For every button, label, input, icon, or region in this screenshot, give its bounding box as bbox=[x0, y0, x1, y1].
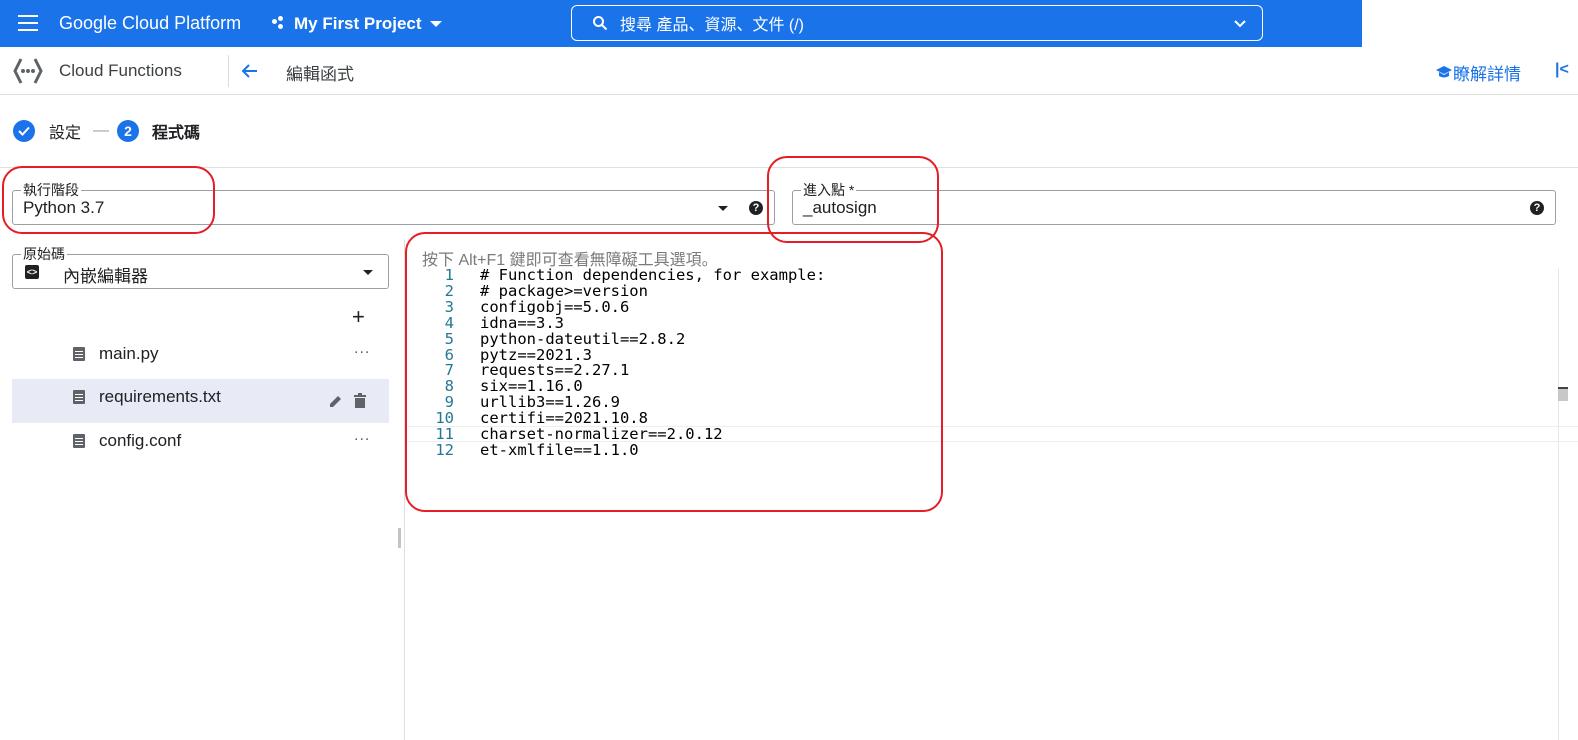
chevron-down-icon bbox=[429, 21, 442, 27]
editor-scrollbar-track[interactable] bbox=[1558, 268, 1559, 740]
entry-point-label: 進入點 * bbox=[801, 180, 857, 200]
file-item-config-conf[interactable]: config.conf ... bbox=[12, 419, 389, 463]
entry-point-field[interactable]: 進入點 * _autosign ? bbox=[792, 180, 1556, 225]
step-code[interactable]: 程式碼 bbox=[152, 119, 200, 143]
file-item-requirements-txt[interactable]: requirements.txt bbox=[12, 379, 389, 423]
source-code-label: 原始碼 bbox=[21, 244, 67, 264]
code-line: 12 et-xmlfile==1.1.0 bbox=[422, 440, 825, 459]
project-icon bbox=[272, 16, 288, 32]
back-arrow-icon[interactable] bbox=[238, 59, 262, 83]
file-icon bbox=[73, 390, 85, 404]
line-text: et-xmlfile==1.1.0 bbox=[480, 440, 639, 459]
more-options-button[interactable]: ... bbox=[354, 340, 370, 358]
stepper: 設定 — 2 程式碼 bbox=[13, 118, 200, 144]
brand-title[interactable]: Google Cloud Platform bbox=[59, 13, 241, 34]
source-code-select[interactable]: 原始碼 <> 內嵌編輯器 bbox=[12, 244, 389, 289]
divider bbox=[228, 55, 229, 87]
search-placeholder: 搜尋 產品、資源、文件 (/) bbox=[620, 17, 804, 34]
page-title: 編輯函式 bbox=[286, 65, 354, 84]
file-name: requirements.txt bbox=[99, 387, 221, 406]
file-icon bbox=[73, 434, 85, 448]
panel-divider bbox=[404, 240, 405, 740]
runtime-select[interactable]: 執行階段 Python 3.7 ? bbox=[12, 180, 775, 225]
collapse-panel-button[interactable]: |< bbox=[1555, 61, 1569, 79]
step-separator: — bbox=[93, 122, 110, 139]
search-icon bbox=[593, 16, 608, 31]
search-input[interactable]: 搜尋 產品、資源、文件 (/) bbox=[571, 5, 1263, 41]
cloud-functions-icon bbox=[13, 58, 43, 84]
top-app-bar: Google Cloud Platform My First Project 搜… bbox=[0, 0, 1362, 47]
step-number: 2 bbox=[117, 120, 140, 142]
runtime-label: 執行階段 bbox=[21, 180, 81, 200]
edit-icon[interactable] bbox=[328, 393, 344, 409]
help-icon[interactable]: ? bbox=[749, 201, 763, 215]
file-name: main.py bbox=[99, 344, 159, 363]
file-item-main-py[interactable]: main.py ... bbox=[12, 332, 389, 376]
product-title: Cloud Functions bbox=[59, 61, 182, 80]
source-code-value: 內嵌編輯器 bbox=[63, 267, 148, 286]
more-options-button[interactable]: ... bbox=[354, 427, 370, 445]
entry-point-value: _autosign bbox=[803, 198, 877, 217]
check-icon bbox=[13, 120, 35, 142]
step-settings[interactable]: 設定 bbox=[49, 119, 81, 143]
chevron-down-icon[interactable] bbox=[1232, 16, 1248, 32]
code-icon: <> bbox=[25, 265, 39, 279]
school-icon bbox=[1436, 65, 1452, 77]
learn-more-link[interactable]: 瞭解詳情 bbox=[1435, 60, 1521, 85]
code-editor[interactable]: 1 # Function dependencies, for example: 2… bbox=[422, 267, 825, 459]
project-selector[interactable]: My First Project bbox=[272, 12, 442, 36]
runtime-value: Python 3.7 bbox=[23, 198, 105, 217]
project-name: My First Project bbox=[294, 14, 422, 33]
divider bbox=[0, 167, 1578, 168]
dropdown-arrow-icon bbox=[718, 206, 728, 211]
editor-scrollbar-thumb[interactable] bbox=[1558, 387, 1568, 401]
page-header: Cloud Functions 編輯函式 瞭解詳情 |< bbox=[0, 47, 1578, 95]
help-icon[interactable]: ? bbox=[1530, 201, 1544, 215]
file-name: config.conf bbox=[99, 431, 182, 450]
resize-handle[interactable] bbox=[398, 528, 401, 548]
topbar-right-area bbox=[1362, 0, 1578, 47]
learn-more-label: 瞭解詳情 bbox=[1453, 65, 1521, 84]
menu-icon[interactable] bbox=[18, 15, 38, 31]
file-icon bbox=[73, 347, 85, 361]
add-file-button[interactable]: + bbox=[352, 304, 365, 330]
delete-icon[interactable] bbox=[353, 393, 367, 409]
line-number: 12 bbox=[435, 440, 454, 459]
dropdown-arrow-icon bbox=[363, 270, 373, 275]
